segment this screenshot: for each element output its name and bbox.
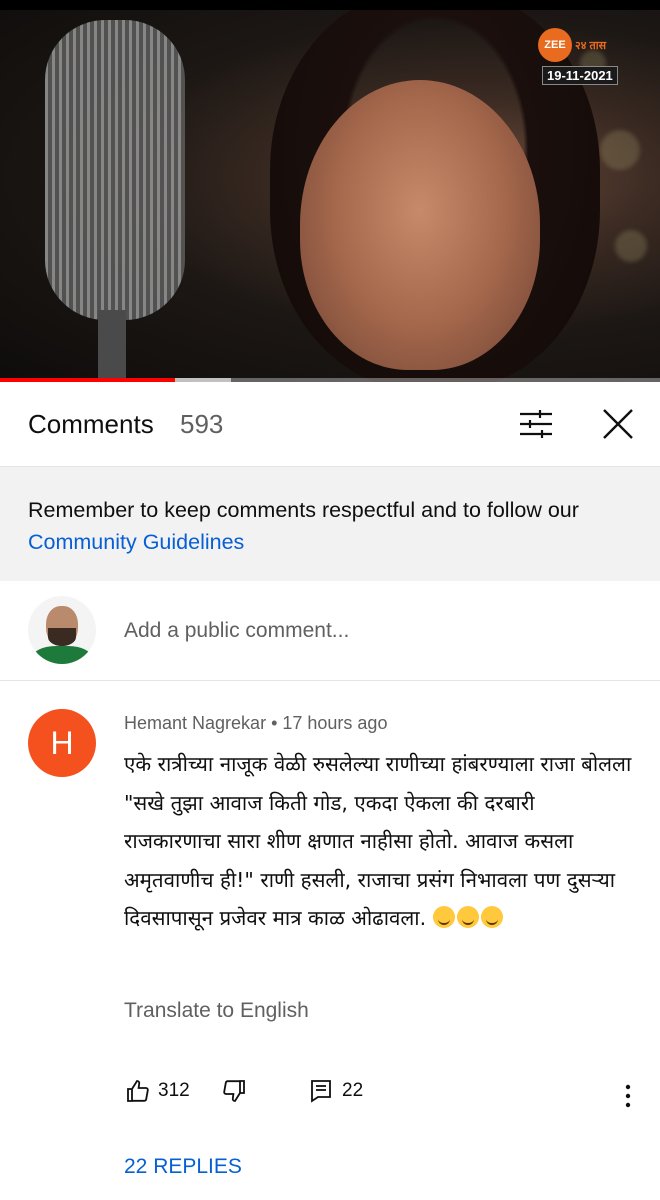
like-button[interactable]: 312 (126, 1079, 190, 1103)
comments-header: Comments 593 (0, 382, 660, 467)
notice-message: Remember to keep comments respectful and… (28, 498, 579, 522)
bokeh-light (615, 230, 647, 262)
meta-separator: • (266, 713, 283, 733)
reply-button[interactable]: 22 (310, 1079, 363, 1103)
microphone-image (45, 20, 185, 320)
community-guidelines-link[interactable]: Community Guidelines (28, 530, 244, 554)
avatar-shirt (32, 646, 92, 664)
bokeh-light (600, 130, 640, 170)
comment-meta: Hemant Nagrekar • 17 hours ago (124, 713, 387, 734)
close-comments-button[interactable] (598, 404, 638, 444)
comments-title: Comments (28, 408, 154, 439)
comment-icon (311, 1080, 331, 1103)
close-icon (603, 409, 633, 439)
microphone-stand (98, 310, 126, 382)
rofl-emoji (480, 906, 503, 928)
more-vert-icon (625, 1084, 631, 1108)
avatar-beard (48, 628, 76, 646)
commenter-avatar[interactable]: H (28, 709, 96, 777)
channel-logo: ZEE २४ तास (538, 28, 634, 62)
comment-text: एके रात्रीच्या नाजूक वेळी रुसलेल्या राणी… (124, 745, 634, 938)
video-player[interactable]: ZEE २४ तास 19-11-2021 (0, 10, 660, 382)
comment-author[interactable]: Hemant Nagrekar (124, 713, 266, 733)
comment-body: एके रात्रीच्या नाजूक वेळी रुसलेल्या राणी… (124, 752, 632, 930)
like-count: 312 (158, 1080, 190, 1101)
status-bar (0, 0, 660, 10)
comment-item: H Hemant Nagrekar • 17 hours ago एके रात… (0, 681, 660, 1200)
user-avatar (28, 596, 96, 664)
singer-face (300, 80, 540, 370)
community-notice: Remember to keep comments respectful and… (0, 467, 660, 581)
sort-filter-button[interactable] (514, 404, 558, 444)
view-replies-button[interactable]: 22 REPLIES (124, 1155, 242, 1179)
channel-logo-text: २४ तास (575, 39, 607, 52)
add-comment-row[interactable]: Add a public comment... (0, 582, 660, 681)
notice-text: Remember to keep comments respectful and… (28, 494, 638, 558)
dislike-button[interactable] (222, 1079, 246, 1103)
sort-filter-icon (520, 410, 552, 438)
date-stamp: 19-11-2021 (542, 66, 618, 85)
comment-more-button[interactable] (618, 1079, 638, 1113)
thumbs-down-icon (223, 1080, 245, 1102)
reply-count: 22 (342, 1080, 364, 1101)
grinning-emoji (456, 906, 479, 928)
channel-logo-circle: ZEE (538, 28, 572, 62)
translate-link[interactable]: Translate to English (124, 999, 309, 1023)
thumbs-up-icon (127, 1080, 149, 1102)
comments-count: 593 (180, 408, 224, 439)
comment-actions: 312 22 (124, 1079, 644, 1113)
grinning-squinting-emoji (432, 906, 455, 928)
add-comment-input[interactable]: Add a public comment... (124, 619, 349, 643)
comment-time: 17 hours ago (282, 713, 388, 733)
